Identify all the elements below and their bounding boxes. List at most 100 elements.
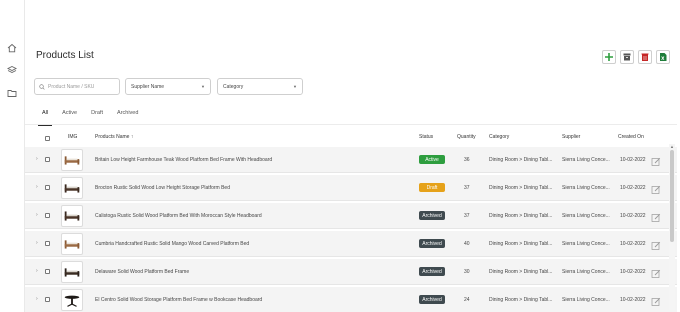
table-row[interactable]: › Britain Low Height Farmhouse Teak Wood…: [25, 147, 677, 173]
product-name[interactable]: Calistoga Rustic Solid Wood Platform Bed…: [95, 213, 262, 219]
category-value: Dining Room > Dining Tabl...: [489, 269, 553, 275]
column-header-supplier[interactable]: Supplier: [562, 134, 580, 140]
bed-image: [64, 156, 80, 165]
expand-row-icon[interactable]: ›: [36, 212, 38, 218]
folder-icon[interactable]: [6, 87, 18, 99]
status-badge: Archived: [419, 295, 445, 304]
layers-icon[interactable]: [6, 64, 18, 76]
table-header: IMG Products Name ↑ Status Quantity Cate…: [25, 131, 677, 145]
row-checkbox[interactable]: [45, 185, 50, 190]
row-checkbox[interactable]: [45, 157, 50, 162]
status-badge: Archived: [419, 239, 445, 248]
product-thumbnail: [61, 205, 83, 227]
status-badge: Active: [419, 155, 445, 164]
tab-active[interactable]: Active: [62, 110, 77, 122]
sort-asc-icon: ↑: [130, 134, 134, 140]
tab-divider: [25, 124, 677, 125]
expand-row-icon[interactable]: ›: [36, 296, 38, 302]
column-header-category[interactable]: Category: [489, 134, 509, 140]
home-icon[interactable]: [6, 42, 18, 54]
expand-row-icon[interactable]: ›: [36, 240, 38, 246]
status-badge: Draft: [419, 183, 445, 192]
edit-icon[interactable]: [651, 210, 661, 222]
tab-all[interactable]: All: [37, 110, 53, 126]
edit-icon[interactable]: [651, 238, 661, 250]
column-header-name[interactable]: Products Name ↑: [95, 134, 133, 140]
table-row[interactable]: › Brocton Rustic Solid Wood Low Height S…: [25, 175, 677, 201]
row-checkbox[interactable]: [45, 269, 50, 274]
created-date: 10-02-2022: [620, 297, 646, 303]
product-thumbnail: [61, 261, 83, 283]
bed-image: [64, 184, 80, 193]
tab-archived[interactable]: Archived: [117, 110, 138, 122]
chevron-down-icon: ▼: [293, 84, 297, 89]
supplier-select[interactable]: Supplier Name ▼: [125, 78, 211, 95]
category-value: Dining Room > Dining Tabl...: [489, 157, 553, 163]
product-name[interactable]: Delaware Solid Wood Platform Bed Frame: [95, 269, 189, 275]
product-name[interactable]: El Centro Solid Wood Storage Platform Be…: [95, 297, 262, 303]
created-date: 10-02-2022: [620, 269, 646, 275]
expand-row-icon[interactable]: ›: [36, 156, 38, 162]
archive-icon: [623, 53, 631, 61]
product-name[interactable]: Britain Low Height Farmhouse Teak Wood P…: [95, 157, 272, 163]
main-content: Products List Supplier Name ▼ Category ▼…: [25, 0, 680, 312]
row-checkbox[interactable]: [45, 297, 50, 302]
created-date: 10-02-2022: [620, 157, 646, 163]
column-header-name-label: Products Name: [95, 134, 130, 140]
expand-row-icon[interactable]: ›: [36, 268, 38, 274]
left-nav-rail: [0, 0, 25, 312]
table-image: [64, 295, 80, 307]
product-search-field[interactable]: [34, 78, 120, 95]
edit-icon[interactable]: [651, 154, 661, 166]
edit-icon[interactable]: [651, 266, 661, 278]
table-row[interactable]: › Calistoga Rustic Solid Wood Platform B…: [25, 203, 677, 229]
product-thumbnail: [61, 233, 83, 255]
status-badge: Archived: [419, 267, 445, 276]
row-checkbox[interactable]: [45, 213, 50, 218]
product-thumbnail: [61, 177, 83, 199]
export-excel-button[interactable]: [656, 50, 670, 64]
bed-image: [64, 268, 80, 277]
supplier-value: Sierra Living Conce...: [562, 269, 610, 275]
scrollbar-thumb[interactable]: [670, 150, 674, 242]
delete-icon: [641, 53, 649, 61]
column-header-quantity[interactable]: Quantity: [457, 134, 476, 140]
category-value: Dining Room > Dining Tabl...: [489, 185, 553, 191]
edit-icon[interactable]: [651, 182, 661, 194]
quantity-value: 40: [464, 241, 470, 247]
supplier-value: Sierra Living Conce...: [562, 297, 610, 303]
product-name[interactable]: Cumbria Handcrafted Rustic Solid Mango W…: [95, 241, 249, 247]
tab-draft[interactable]: Draft: [91, 110, 103, 122]
product-name[interactable]: Brocton Rustic Solid Wood Low Height Sto…: [95, 185, 230, 191]
expand-row-icon[interactable]: ›: [36, 184, 38, 190]
table-row[interactable]: › Delaware Solid Wood Platform Bed Frame…: [25, 259, 677, 285]
edit-icon[interactable]: [651, 294, 661, 306]
supplier-select-label: Supplier Name: [131, 83, 165, 90]
column-header-created[interactable]: Created On: [618, 134, 644, 140]
archive-button[interactable]: [620, 50, 634, 64]
add-product-button[interactable]: [602, 50, 616, 64]
category-select-label: Category: [223, 83, 244, 90]
column-header-status[interactable]: Status: [419, 134, 433, 140]
export-excel-icon: [660, 53, 667, 61]
search-icon: [39, 83, 45, 90]
row-checkbox[interactable]: [45, 241, 50, 246]
table-row[interactable]: › El Centro Solid Wood Storage Platform …: [25, 287, 677, 312]
product-thumbnail: [61, 149, 83, 171]
quantity-value: 36: [464, 157, 470, 163]
column-header-img: IMG: [68, 134, 78, 140]
supplier-value: Sierra Living Conce...: [562, 185, 610, 191]
supplier-value: Sierra Living Conce...: [562, 241, 610, 247]
quantity-value: 30: [464, 269, 470, 275]
add-icon: [605, 53, 613, 61]
scroll-up-arrow-icon[interactable]: ▲: [669, 144, 675, 149]
delete-button[interactable]: [638, 50, 652, 64]
category-value: Dining Room > Dining Tabl...: [489, 297, 553, 303]
created-date: 10-02-2022: [620, 185, 646, 191]
select-all-checkbox[interactable]: [45, 136, 50, 141]
table-row[interactable]: › Cumbria Handcrafted Rustic Solid Mango…: [25, 231, 677, 257]
page-title: Products List: [36, 50, 94, 61]
product-search-input[interactable]: [48, 83, 118, 90]
supplier-value: Sierra Living Conce...: [562, 157, 610, 163]
category-select[interactable]: Category ▼: [217, 78, 303, 95]
